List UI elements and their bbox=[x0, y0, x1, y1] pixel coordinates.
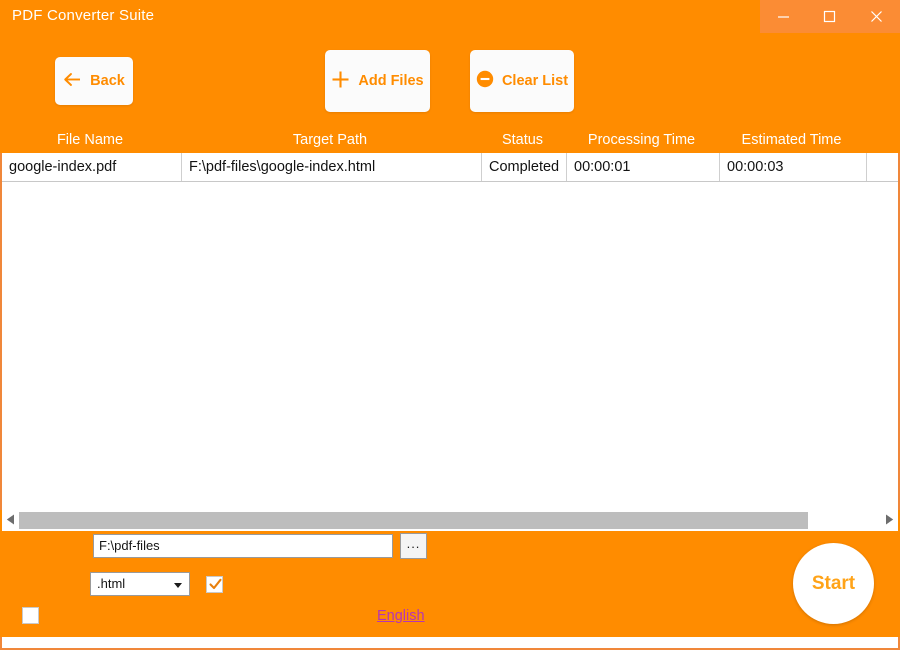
chevron-down-icon bbox=[174, 583, 182, 588]
back-button-label: Back bbox=[90, 72, 125, 89]
scrollbar-thumb[interactable] bbox=[19, 512, 808, 529]
cell-target-path: F:\pdf-files\google-index.html bbox=[182, 153, 482, 181]
ocr-checkbox[interactable] bbox=[22, 607, 39, 624]
window-bottom-edge bbox=[0, 637, 900, 650]
browse-button[interactable]: ... bbox=[400, 533, 427, 559]
scroll-right-icon bbox=[885, 512, 894, 530]
view-in-explorer-checkbox[interactable] bbox=[206, 576, 223, 593]
maximize-button[interactable] bbox=[807, 0, 854, 33]
minus-circle-icon bbox=[476, 70, 494, 92]
column-header-target-path[interactable]: Target Path bbox=[180, 132, 480, 148]
add-files-button-label: Add Files bbox=[358, 72, 424, 89]
clear-list-button[interactable]: Clear List bbox=[470, 50, 574, 112]
ocr-language-link[interactable]: English bbox=[377, 608, 425, 624]
minimize-button[interactable] bbox=[760, 0, 807, 33]
scrollbar-track[interactable] bbox=[19, 512, 881, 529]
close-button[interactable] bbox=[853, 0, 900, 33]
column-header-file-name[interactable]: File Name bbox=[0, 132, 180, 148]
check-icon bbox=[209, 578, 222, 590]
horizontal-scrollbar[interactable] bbox=[2, 510, 898, 531]
start-button[interactable]: Start bbox=[793, 543, 874, 624]
column-header-estimated-time[interactable]: Estimated Time bbox=[718, 132, 865, 148]
scroll-right-button[interactable] bbox=[881, 510, 898, 531]
arrow-left-icon bbox=[63, 72, 82, 91]
cell-extra bbox=[867, 153, 898, 181]
save-as-value: .html bbox=[97, 576, 126, 591]
window-title: PDF Converter Suite bbox=[12, 7, 155, 24]
table-header: File Name Target Path Status Processing Tim… bbox=[0, 130, 900, 153]
minimize-icon bbox=[777, 10, 790, 23]
back-button[interactable]: Back bbox=[55, 57, 133, 105]
cell-processing-time: 00:00:01 bbox=[567, 153, 720, 181]
scroll-left-icon bbox=[6, 512, 15, 530]
table-row[interactable]: google-index.pdf F:\pdf-files\google-inde… bbox=[2, 153, 898, 182]
maximize-icon bbox=[823, 10, 836, 23]
clear-list-button-label: Clear List bbox=[501, 72, 569, 89]
window-controls bbox=[760, 0, 900, 33]
cell-file-name: google-index.pdf bbox=[2, 153, 182, 181]
save-path-input[interactable]: F:\pdf-files bbox=[93, 534, 393, 558]
file-list[interactable]: google-index.pdf F:\pdf-files\google-inde… bbox=[0, 153, 900, 510]
column-header-status[interactable]: Status bbox=[480, 132, 565, 148]
add-files-button[interactable]: Add Files bbox=[325, 50, 430, 112]
column-header-processing-time[interactable]: Processing Time bbox=[565, 132, 718, 148]
cell-status: Completed bbox=[482, 153, 567, 181]
cell-estimated-time: 00:00:03 bbox=[720, 153, 867, 181]
scroll-left-button[interactable] bbox=[2, 510, 19, 531]
application-window: PDF Converter Suite Back Add Files Clear… bbox=[0, 0, 900, 650]
close-icon bbox=[870, 10, 883, 23]
save-as-dropdown[interactable]: .html bbox=[90, 572, 190, 596]
title-bar: PDF Converter Suite bbox=[0, 0, 900, 34]
plus-icon bbox=[331, 70, 350, 93]
